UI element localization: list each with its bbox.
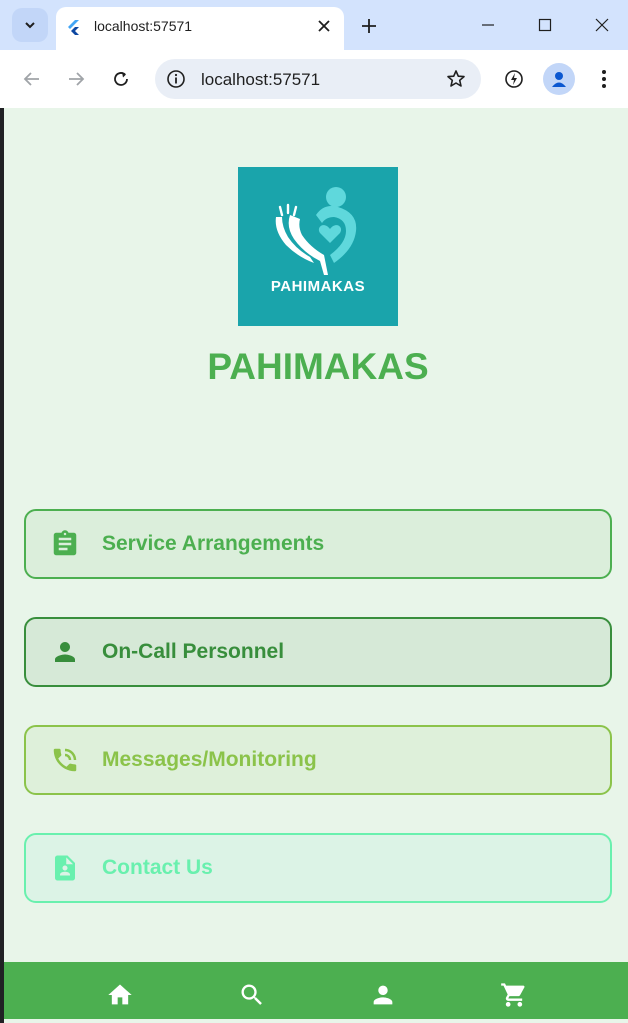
bottom-navigation-bar xyxy=(4,962,628,1023)
avatar-icon xyxy=(552,72,566,87)
clipboard-icon xyxy=(50,529,80,559)
logo-wordmark: PAHIMAKAS xyxy=(270,278,366,295)
tab-title: localhost:57571 xyxy=(94,18,193,34)
cart-icon[interactable] xyxy=(499,980,529,1010)
performance-button[interactable] xyxy=(498,63,530,95)
tab-search-button[interactable] xyxy=(12,8,48,42)
profile-button[interactable] xyxy=(543,63,575,95)
messages-monitoring-label: Messages/Monitoring xyxy=(102,748,317,771)
contact-us-label: Contact Us xyxy=(102,856,213,879)
person-icon[interactable] xyxy=(368,980,398,1010)
messages-monitoring-button[interactable]: Messages/Monitoring xyxy=(24,725,612,795)
search-icon[interactable] xyxy=(237,980,267,1010)
close-icon xyxy=(318,20,330,32)
contact-us-button[interactable]: Contact Us xyxy=(24,833,612,903)
arrow-left-icon xyxy=(23,72,39,86)
address-bar[interactable]: localhost:57571 xyxy=(155,59,481,99)
info-icon xyxy=(167,70,185,88)
phone-callback-icon xyxy=(50,745,80,775)
service-arrangements-label: Service Arrangements xyxy=(102,532,325,555)
home-icon[interactable] xyxy=(105,980,135,1010)
browser-toolbar: localhost:57571 xyxy=(0,50,628,108)
browser-tab[interactable]: localhost:57571 xyxy=(56,7,344,50)
url-text: localhost:57571 xyxy=(201,70,321,89)
app-viewport: PAHIMAKAS PAHIMAKAS Service Arrangements… xyxy=(4,108,628,1023)
maximize-icon xyxy=(538,18,552,32)
star-icon xyxy=(447,70,465,87)
browser-tab-bar: localhost:57571 xyxy=(0,0,628,50)
on-call-personnel-button[interactable]: On-Call Personnel xyxy=(24,617,612,687)
arrow-right-icon xyxy=(69,72,85,86)
more-vert-icon xyxy=(602,70,606,88)
viewport-bottom-edge xyxy=(4,1019,628,1023)
close-icon xyxy=(595,18,609,32)
contact-page-icon xyxy=(50,853,80,883)
chevron-down-icon xyxy=(25,22,35,29)
app-title: PAHIMAKAS xyxy=(207,346,429,387)
bookmark-button[interactable] xyxy=(445,68,467,90)
logo-hands-heart-icon xyxy=(275,187,357,275)
person-icon xyxy=(50,637,80,667)
reload-button[interactable] xyxy=(105,63,137,95)
back-button[interactable] xyxy=(16,63,48,95)
minimize-icon xyxy=(482,24,494,26)
reload-icon xyxy=(114,72,128,86)
plus-icon xyxy=(362,19,376,33)
site-info-button[interactable] xyxy=(165,68,187,90)
tab-close-button[interactable] xyxy=(314,16,334,36)
new-tab-button[interactable] xyxy=(356,13,382,39)
browser-menu-button[interactable] xyxy=(588,63,620,95)
flutter-icon xyxy=(68,20,79,35)
window-close-button[interactable] xyxy=(582,8,622,42)
service-arrangements-button[interactable]: Service Arrangements xyxy=(24,509,612,579)
minimize-button[interactable] xyxy=(468,8,508,42)
forward-button[interactable] xyxy=(60,63,92,95)
app-logo: PAHIMAKAS xyxy=(238,167,398,326)
maximize-button[interactable] xyxy=(525,8,565,42)
on-call-personnel-label: On-Call Personnel xyxy=(102,640,285,663)
performance-icon xyxy=(505,70,523,88)
